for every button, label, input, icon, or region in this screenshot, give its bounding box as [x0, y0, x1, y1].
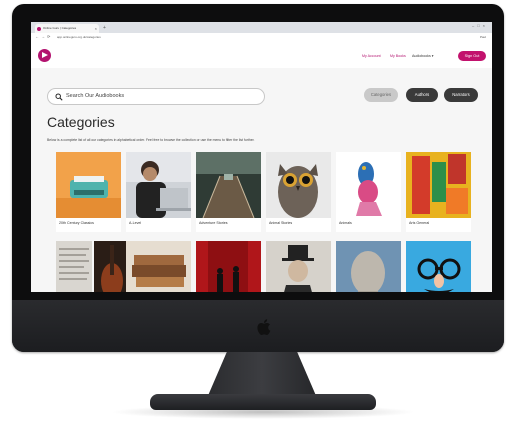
nav-audiobooks-dropdown[interactable]: Audiobooks ▾: [412, 54, 434, 58]
screen: Online Guru | Categories × + –□× ←→⟳ app…: [31, 22, 492, 292]
search-icon: [55, 93, 63, 101]
filter-categories-button[interactable]: Categories: [364, 88, 398, 102]
category-card[interactable]: Animals: [336, 152, 401, 232]
category-label: Arts General: [409, 221, 430, 225]
category-label: Animal Stories: [269, 221, 293, 225]
site-logo[interactable]: [38, 49, 51, 62]
tab-close-icon[interactable]: ×: [95, 24, 97, 33]
browser-tab[interactable]: Online Guru | Categories ×: [35, 24, 99, 33]
filter-authors-button[interactable]: Authors: [406, 88, 438, 102]
search-placeholder: Search Our Audiobooks: [66, 93, 125, 99]
forest-rope-bridge-image: [196, 152, 261, 218]
new-tab-icon[interactable]: +: [103, 24, 106, 32]
owl-image: [266, 152, 331, 218]
violin-image: [94, 241, 128, 292]
category-card[interactable]: A-Level: [126, 152, 191, 232]
page-title: Categories: [47, 114, 115, 130]
nav-my-books[interactable]: My Books: [390, 54, 406, 58]
stone-statue-head-image: [336, 241, 401, 292]
category-card[interactable]: [56, 241, 92, 292]
page-intro: Below is a complete list of all our cate…: [47, 138, 255, 142]
category-card[interactable]: [196, 241, 261, 292]
fish-painting-image: [336, 152, 401, 218]
filter-narrators-button[interactable]: Narrators: [444, 88, 478, 102]
browser-nav-icons[interactable]: ←→⟳: [35, 34, 52, 39]
old-books-image: [126, 241, 191, 292]
apple-logo-icon: [257, 319, 271, 335]
nav-my-account[interactable]: My Account: [362, 54, 381, 58]
theatre-red-curtain-image: [196, 241, 261, 292]
favicon-icon: [37, 27, 41, 31]
window-controls-icon[interactable]: –□×: [472, 23, 488, 28]
category-card[interactable]: Adventure Stories: [196, 152, 261, 232]
search-input[interactable]: Search Our Audiobooks: [47, 88, 265, 105]
site-header: My Account My Books Audiobooks ▾ Sign Ou…: [31, 42, 492, 68]
category-label: 20th Century Classics: [59, 221, 94, 225]
category-card[interactable]: [94, 241, 128, 292]
address-bar[interactable]: app.onlineguru.org.uk/categories: [57, 34, 101, 41]
typewriter-image: [56, 152, 121, 218]
category-card[interactable]: [336, 241, 401, 292]
colorful-art-image: [406, 152, 471, 218]
category-card[interactable]: [266, 241, 331, 292]
browser-tab-strip: Online Guru | Categories × + –□×: [31, 22, 492, 33]
novelty-glasses-disguise-image: [406, 241, 471, 292]
browser-profile[interactable]: Paul: [480, 34, 486, 41]
category-label: A-Level: [129, 221, 142, 225]
play-icon: [42, 52, 48, 58]
category-label: Animals: [339, 221, 352, 225]
newspaper-print-image: [56, 241, 92, 292]
monitor-stand-base: [150, 394, 376, 410]
tab-title: Online Guru | Categories: [43, 26, 77, 30]
category-card[interactable]: Arts General: [406, 152, 471, 232]
sign-out-button[interactable]: Sign Out: [458, 51, 486, 61]
category-card[interactable]: [406, 241, 471, 292]
category-card[interactable]: [126, 241, 191, 292]
victorian-portrait-image: [266, 241, 331, 292]
category-card[interactable]: 20th Century Classics: [56, 152, 121, 232]
category-label: Adventure Stories: [199, 221, 228, 225]
category-card[interactable]: Animal Stories: [266, 152, 331, 232]
student-with-laptop-image: [126, 152, 191, 218]
monitor-stand: [207, 352, 317, 398]
